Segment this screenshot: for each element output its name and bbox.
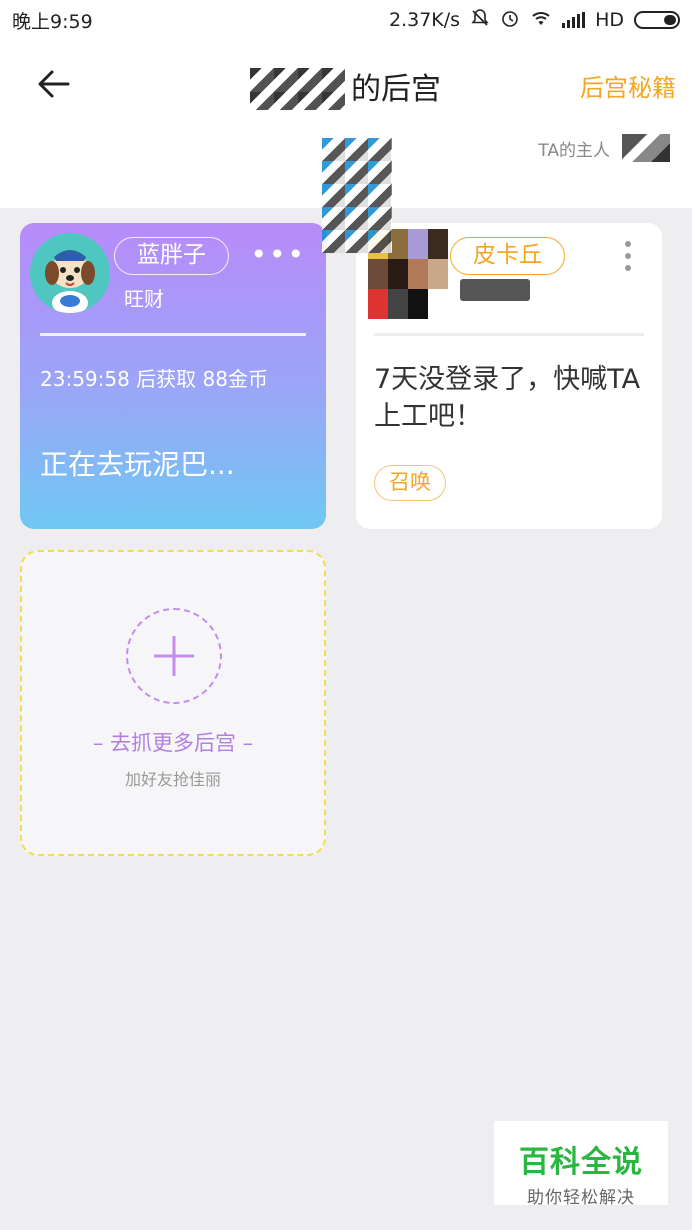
more-horizontal-icon[interactable]: ••• <box>250 241 306 269</box>
harem-guide-link[interactable]: 后宫秘籍 <box>580 68 676 103</box>
card-name-pill[interactable]: 皮卡丘 <box>450 237 565 275</box>
add-harem-card[interactable]: – 去抓更多后宫 – 加好友抢佳丽 <box>20 550 326 856</box>
wifi-icon <box>530 9 552 31</box>
watermark-title: 百科全说 <box>519 1145 643 1180</box>
plus-icon <box>154 636 194 676</box>
add-label: – 去抓更多后宫 – <box>92 731 254 755</box>
status-bar: 晚上9:59 2.37K/s HD <box>0 0 692 40</box>
divider <box>40 333 306 336</box>
card-name-pill[interactable]: 蓝胖子 <box>114 237 229 275</box>
summon-button[interactable]: 召唤 <box>374 465 446 501</box>
watermark: 百科全说 助你轻松解决 <box>494 1121 668 1208</box>
status-time: 晚上9:59 <box>12 10 93 33</box>
network-type: HD <box>595 9 624 31</box>
puppy-avatar-icon <box>30 233 110 313</box>
harem-card-active[interactable]: 蓝胖子 ••• 旺财 23:59:58 后获取 88金币 正在去玩泥巴... <box>20 223 326 529</box>
add-button[interactable] <box>126 608 222 704</box>
reward-countdown: 23:59:58 后获取 88金币 <box>40 367 268 391</box>
harem-card-idle[interactable]: 皮卡丘 7天没登录了，快喊TA上工吧！ 召唤 <box>356 223 662 529</box>
avatar[interactable] <box>30 233 110 313</box>
pet-name-redacted <box>460 279 530 301</box>
signal-icon <box>562 12 586 28</box>
owner-label: TA的主人 <box>538 141 610 161</box>
pet-name: 旺财 <box>124 287 164 311</box>
status-icons: 2.37K/s HD <box>389 8 680 32</box>
network-speed: 2.37K/s <box>389 9 461 31</box>
battery-icon <box>634 11 680 29</box>
idle-message: 7天没登录了，快喊TA上工吧！ <box>374 364 641 432</box>
mosaic-redaction-avatar <box>322 138 392 253</box>
activity-status: 正在去玩泥巴... <box>40 448 235 481</box>
divider <box>374 333 644 336</box>
mute-icon <box>470 8 490 32</box>
owner-avatar[interactable] <box>622 134 670 162</box>
more-vertical-icon[interactable] <box>624 241 632 271</box>
add-sublabel: 加好友抢佳丽 <box>124 770 221 789</box>
alarm-icon <box>500 8 520 32</box>
watermark-subtitle: 助你轻松解决 <box>527 1188 635 1208</box>
